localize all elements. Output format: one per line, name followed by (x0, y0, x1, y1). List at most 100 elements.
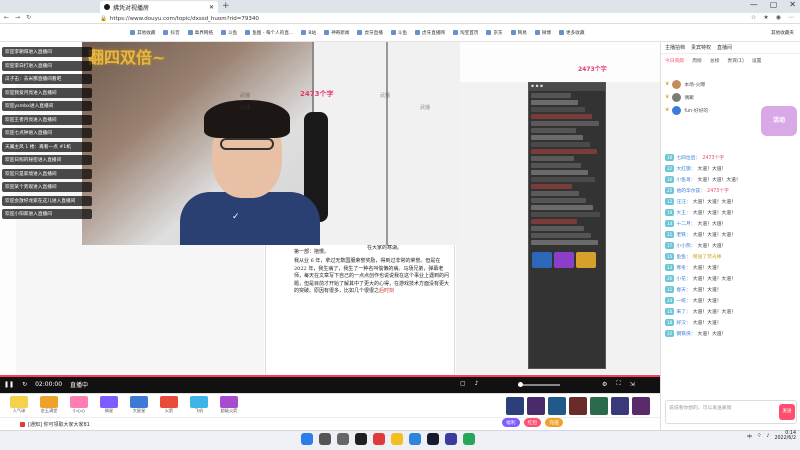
chat-username[interactable]: 小小熊： (676, 244, 695, 249)
chat-username[interactable]: 鱼鱼： (676, 255, 690, 260)
hero-skin-icon[interactable] (569, 397, 587, 415)
chat-username[interactable]: 他的华尔兹： (676, 189, 705, 194)
gift-item[interactable]: 人气球 (6, 396, 32, 416)
chat-username[interactable]: 一统： (676, 299, 690, 304)
volume-slider[interactable] (518, 382, 560, 387)
rank-tab[interactable]: 周榜 (692, 57, 702, 64)
chrome-icon[interactable] (463, 433, 475, 445)
close-window-icon[interactable]: ✕ (789, 0, 796, 9)
gift-item[interactable]: 飞机 (186, 396, 212, 416)
maximize-icon[interactable]: ▢ (770, 0, 778, 9)
bookmark-item[interactable]: 网易 (510, 30, 527, 36)
bookmark-item[interactable]: 虎牙直播网 (415, 30, 445, 36)
settings-icon[interactable]: ⚙ (602, 381, 607, 388)
gift-item[interactable]: 火箭 (156, 396, 182, 416)
bookmark-item[interactable]: 抖音 (163, 30, 180, 36)
gift-item[interactable]: 小心心 (66, 396, 92, 416)
hero-skin-icon[interactable] (590, 397, 608, 415)
paper-link[interactable]: 后时刻 (379, 288, 394, 294)
hero-skin-icon[interactable] (611, 397, 629, 415)
favorites-icon[interactable]: ★ (763, 14, 768, 21)
hero-skin-icon[interactable] (527, 397, 545, 415)
edge-icon[interactable] (409, 433, 421, 445)
send-button[interactable]: 发送 (779, 404, 795, 420)
menu-icon[interactable]: ⋯ (788, 14, 794, 21)
browser-tab[interactable]: 拂凭对视播房 ✕ (100, 1, 218, 13)
chat-username[interactable]: 小花： (676, 277, 690, 282)
back-icon[interactable]: ← (4, 14, 9, 21)
rank-item[interactable]: ♛ 偶聚 (661, 91, 800, 104)
gift-item[interactable]: 金玉满堂 (36, 396, 62, 416)
gift-item[interactable]: 大星星 (126, 396, 152, 416)
sidebar-header-tab[interactable]: 主播拍档 (665, 44, 685, 51)
chat-username[interactable]: 十二月： (676, 222, 695, 227)
volume-knob[interactable] (518, 382, 523, 387)
close-tab-icon[interactable]: ✕ (209, 4, 214, 11)
chat-username[interactable]: 来了： (676, 310, 690, 315)
rank-tab[interactable]: 贵宾(1) (727, 57, 743, 64)
welfare-button[interactable]: 福利 (502, 418, 520, 427)
sound-icon[interactable]: ♪ (766, 434, 769, 439)
pip-icon[interactable]: ⇲ (630, 381, 635, 388)
url-field[interactable]: 🔒 https://www.douyu.com/topic/dxssd_huom… (100, 14, 660, 23)
app-icon[interactable] (373, 433, 385, 445)
gift-item[interactable]: 超级火箭 (216, 396, 242, 416)
chat-username[interactable]: 大王： (676, 211, 690, 216)
bookmark-item[interactable]: 毒界网络 (187, 30, 213, 36)
sidebar-header-tab[interactable]: 直播间 (717, 44, 732, 51)
app-icon[interactable] (355, 433, 367, 445)
bookmark-item[interactable]: 淘宝首页 (453, 30, 478, 36)
hero-skin-icon[interactable] (506, 397, 524, 415)
hero-skin-icon[interactable] (548, 397, 566, 415)
extension-icon[interactable]: ☆ (751, 14, 756, 21)
sidebar-header-tab[interactable]: 贵宾特权 (691, 44, 711, 51)
hero-skin-icon[interactable] (632, 397, 650, 415)
chat-username[interactable]: 汪汪： (676, 200, 690, 205)
rank-tab[interactable]: 今日贡献 (665, 57, 684, 64)
pause-icon[interactable]: ❚❚ (4, 381, 14, 388)
chat-username[interactable]: 老铁： (676, 233, 690, 238)
bookmark-item[interactable]: 更多收藏 (559, 30, 584, 36)
new-tab-button[interactable]: + (222, 1, 230, 11)
bookmark-item[interactable]: 鱼图 - 每个人的直... (245, 30, 293, 36)
chat-input[interactable]: 说说看你想的，可以发送表情 (665, 400, 797, 424)
activity-banner[interactable]: 活动 (761, 106, 797, 136)
bookmark-item[interactable]: 微博 (534, 30, 551, 36)
profile-icon[interactable]: ◉ (776, 14, 781, 21)
rank-item[interactable]: ♛ 本场-火曝 (661, 78, 800, 91)
chat-username[interactable]: 好汉： (676, 321, 690, 326)
rank-tab[interactable]: 总榜 (710, 57, 720, 64)
wifi-icon[interactable]: ⌔ (757, 433, 762, 439)
bookmark-item[interactable]: 斗鱼 (390, 30, 407, 36)
chat-username[interactable]: 大红旗： (676, 167, 695, 172)
bookmark-item[interactable]: 虎牙直播 (357, 30, 383, 36)
search-icon[interactable] (319, 433, 331, 445)
chat-username[interactable]: 七四位后： (676, 156, 700, 161)
bookmark-item[interactable]: 京东 (486, 30, 503, 36)
gift-item[interactable]: 摘星 (96, 396, 122, 416)
chat-username[interactable]: 寒冬： (676, 266, 690, 271)
ime-indicator[interactable]: 中 (747, 433, 752, 440)
bookmarks-folder[interactable]: 其他收藏夹 (771, 30, 800, 36)
video-player[interactable]: 组倡导者，但是各所年。今天我所提供大家成谁我这做种衔。感觉到的我二次在这里担大而… (0, 42, 660, 376)
task-view-icon[interactable] (337, 433, 349, 445)
windows-start-icon[interactable] (301, 433, 313, 445)
bookmark-item[interactable]: 神奇新闻 (324, 30, 349, 36)
refresh-stream-icon[interactable]: ↻ (22, 381, 27, 388)
forward-icon[interactable]: → (15, 14, 20, 21)
volume-icon[interactable]: ♪ (475, 380, 479, 387)
red-envelope-button[interactable]: 红包 (523, 418, 542, 427)
rank-tab[interactable]: 设置 (752, 57, 762, 64)
theater-icon[interactable]: ▢ (460, 380, 466, 387)
bookmark-item[interactable]: B站 (301, 30, 316, 36)
chat-username[interactable]: 小鱼哥： (676, 178, 695, 183)
minimize-icon[interactable]: — (750, 0, 758, 9)
file-explorer-icon[interactable] (391, 433, 403, 445)
chat-username[interactable]: 春天： (676, 288, 690, 293)
steam-icon[interactable] (427, 433, 439, 445)
chat-username[interactable]: 钢铁侠： (676, 332, 695, 337)
recharge-button[interactable]: 充值 (545, 418, 563, 427)
clock[interactable]: 0:14 2022/6/2 (774, 431, 796, 441)
bookmark-item[interactable]: 斗鱼 (220, 30, 237, 36)
bookmark-item[interactable]: 其他收藏 (130, 30, 155, 36)
